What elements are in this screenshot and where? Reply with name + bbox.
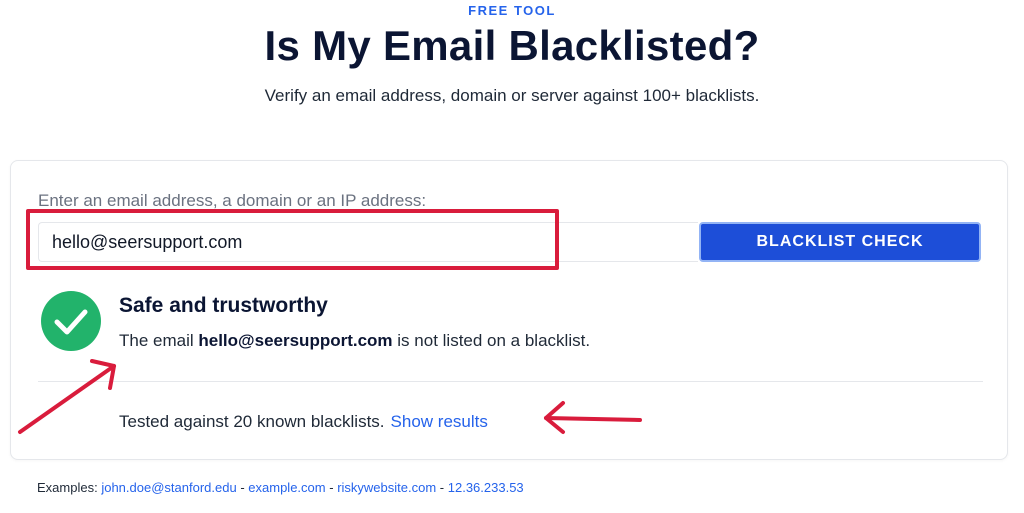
annotation-arrow-horizontal <box>544 401 642 434</box>
example-link-ip[interactable]: 12.36.233.53 <box>448 480 524 495</box>
example-link-domain[interactable]: example.com <box>248 480 325 495</box>
annotation-arrow-diagonal <box>18 359 116 434</box>
examples-separator: - <box>329 480 334 495</box>
examples-label: Examples: <box>37 480 98 495</box>
example-link-email[interactable]: john.doe@stanford.edu <box>101 480 236 495</box>
examples-separator: - <box>439 480 445 495</box>
examples-separator: - <box>240 480 245 495</box>
annotation-arrows <box>18 359 642 434</box>
examples-row: Examples: john.doe@stanford.edu - exampl… <box>37 480 524 495</box>
example-link-website[interactable]: riskywebsite.com <box>337 480 436 495</box>
